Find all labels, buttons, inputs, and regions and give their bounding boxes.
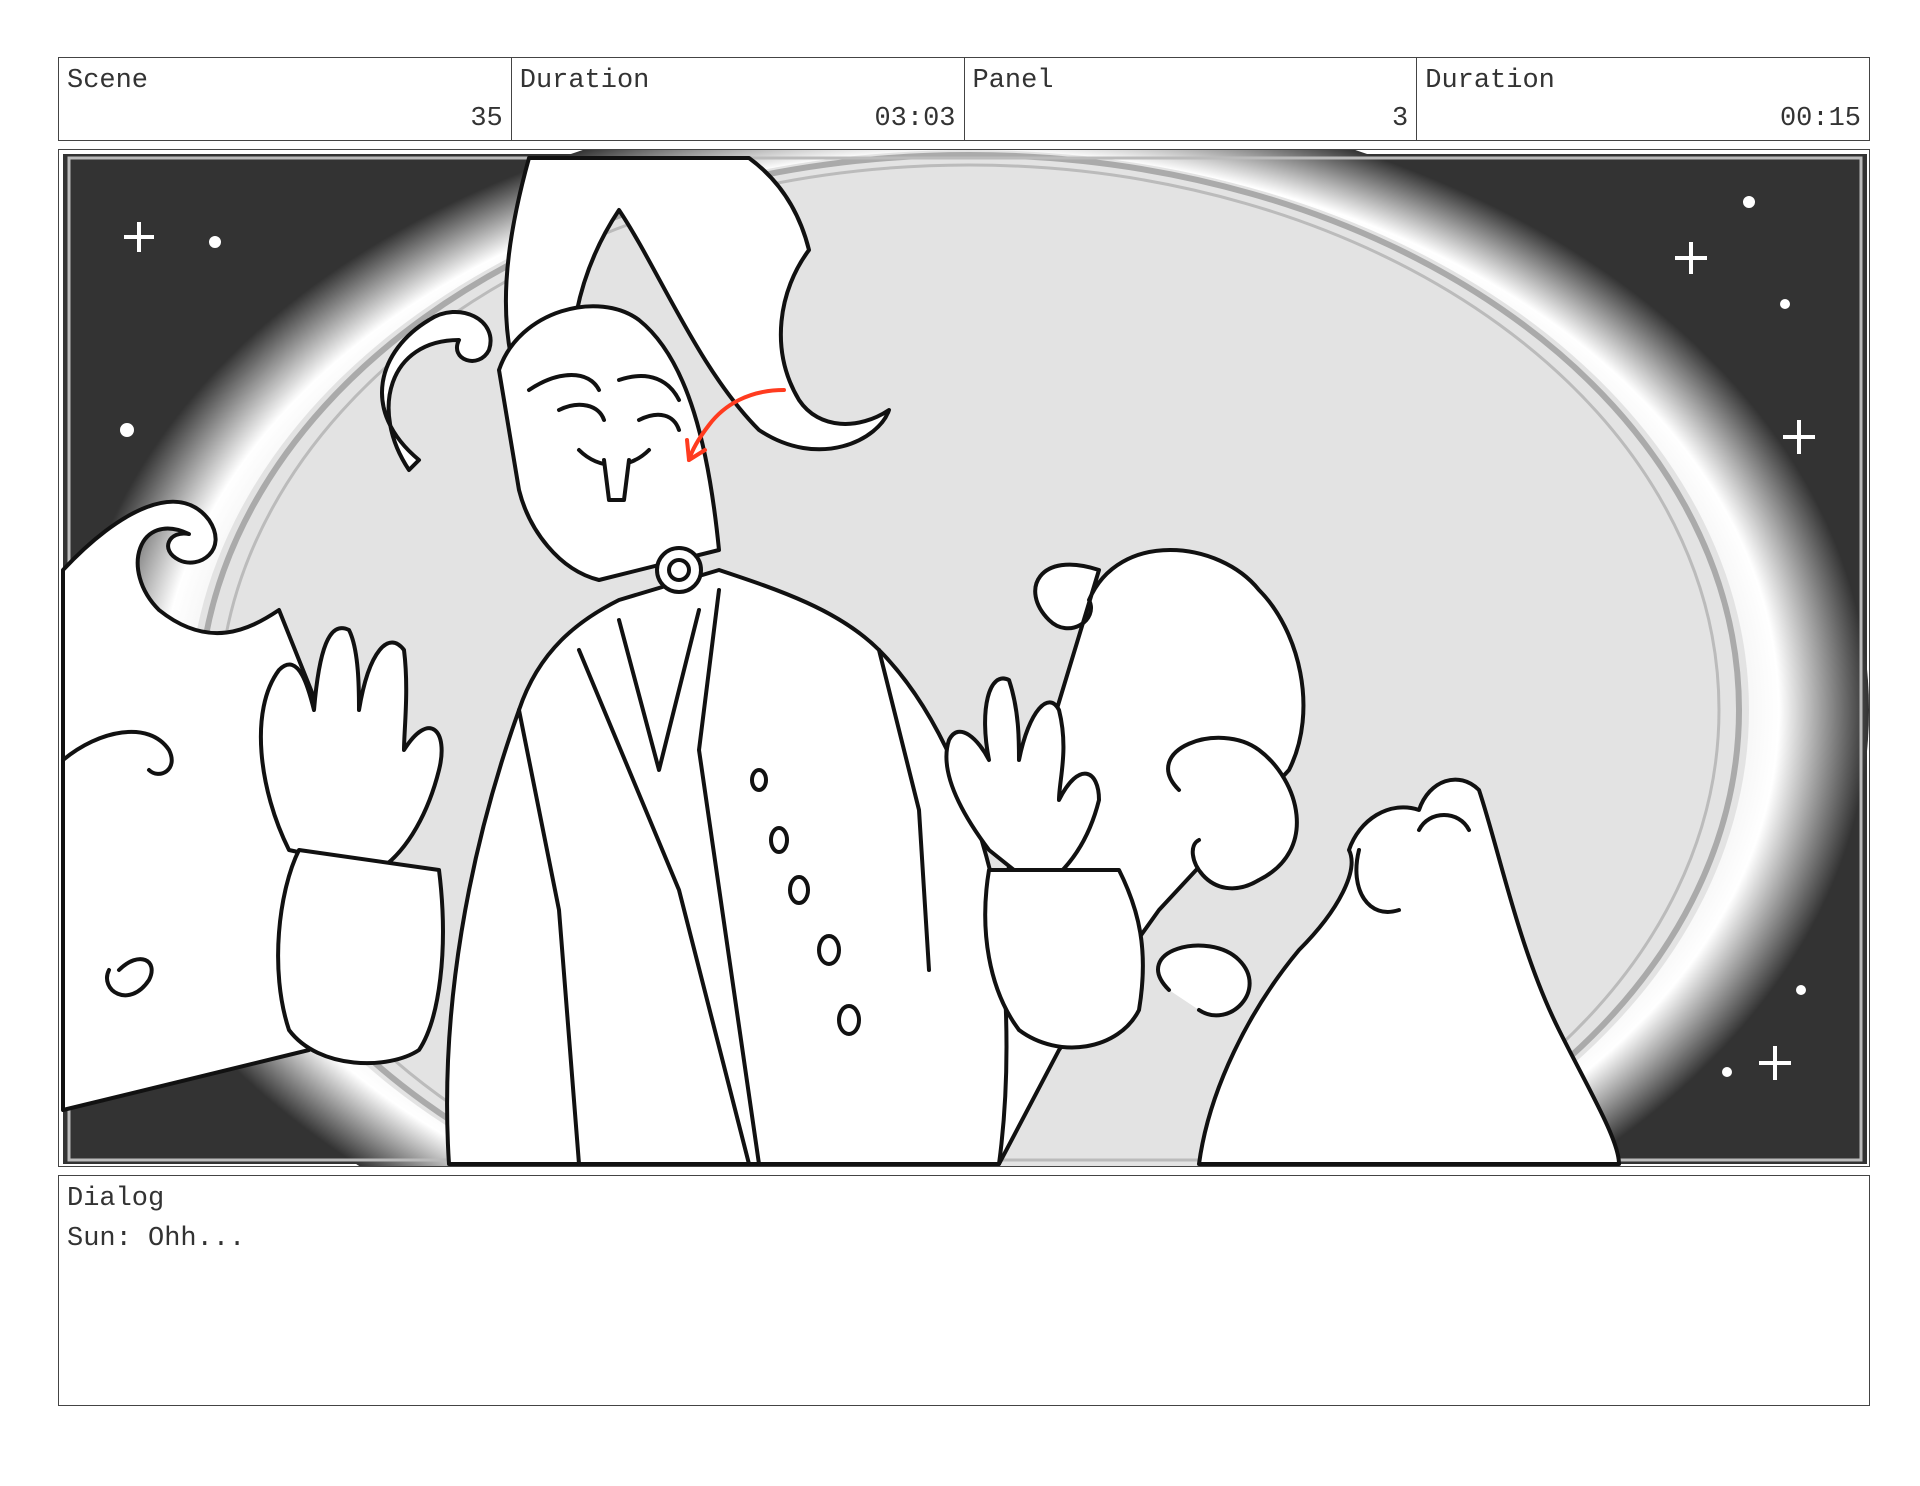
- panel-duration-value: 00:15: [1779, 104, 1861, 134]
- panel-cell: Panel 3: [965, 58, 1418, 140]
- dialog-label: Dialog: [67, 1184, 165, 1214]
- panel-info-header: Scene 35 Duration 03:03 Panel 3 Duration…: [58, 57, 1870, 141]
- panel-duration-cell: Duration 00:15: [1417, 58, 1869, 140]
- panel-number: 3: [1392, 104, 1409, 134]
- storyboard-panel: [58, 149, 1870, 1167]
- storyboard-sketch: [61, 150, 1869, 1166]
- scene-duration-label: Duration: [519, 66, 650, 96]
- scene-number: 35: [470, 104, 503, 134]
- dialog-text: Sun: Ohh...: [67, 1224, 246, 1254]
- panel-label: Panel: [972, 66, 1054, 96]
- panel-duration-label: Duration: [1425, 66, 1555, 96]
- dialog-box: Dialog Sun: Ohh...: [58, 1175, 1870, 1406]
- scene-duration-cell: Duration 03:03: [512, 58, 965, 140]
- scene-duration-value: 03:03: [874, 104, 956, 134]
- scene-cell: Scene 35: [59, 58, 512, 140]
- scene-label: Scene: [67, 66, 149, 96]
